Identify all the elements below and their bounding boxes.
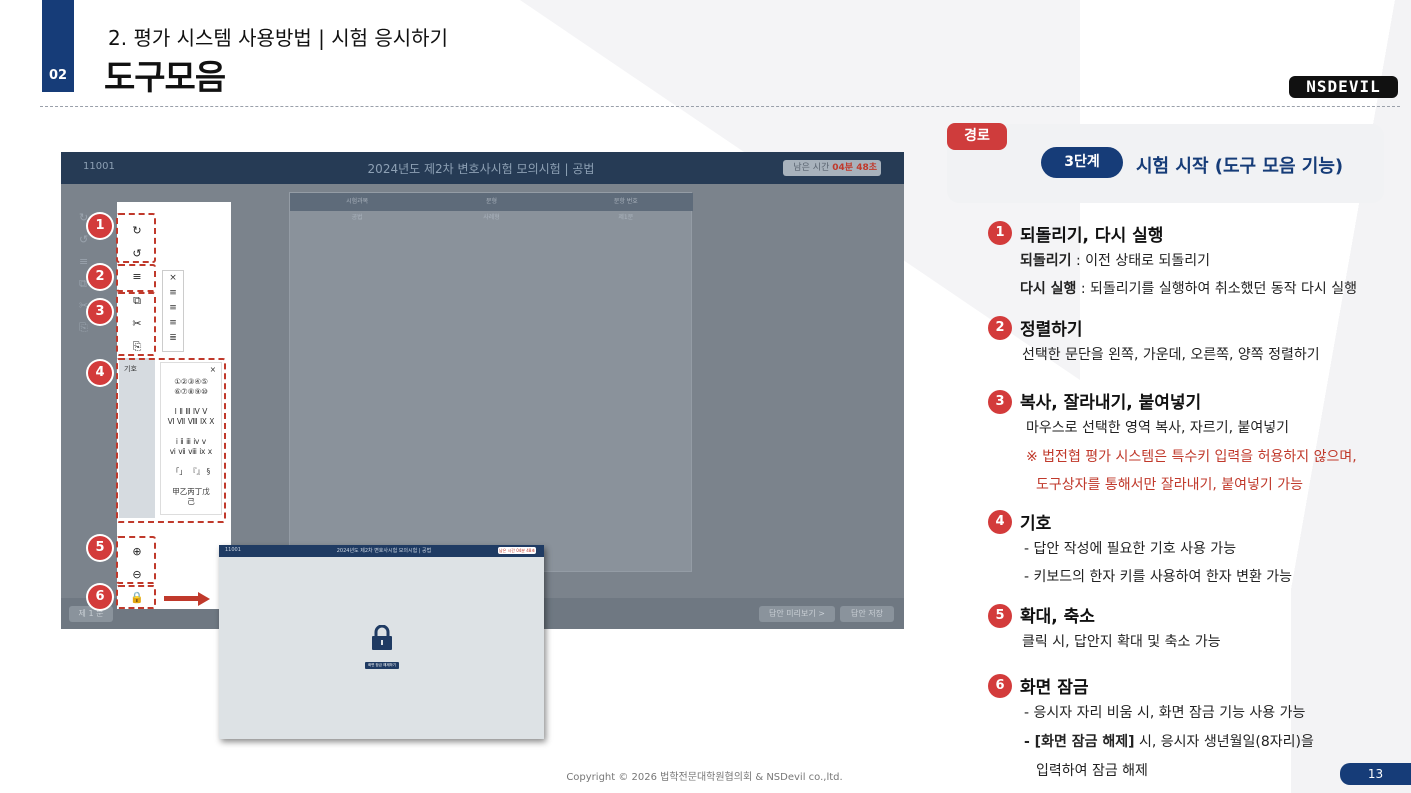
highlight-symbols: [116, 358, 226, 523]
item-badge: 3: [988, 390, 1012, 414]
badge-5: 5: [88, 536, 112, 560]
route-tag: 경로: [947, 123, 1007, 150]
exam-title: 2024년도 제2차 변호사시험 모의시험 | 공법: [367, 162, 595, 176]
badge-2: 2: [88, 265, 112, 289]
highlight-align: [116, 264, 156, 292]
item-title: 확대, 축소: [1020, 607, 1095, 627]
preview-answer-button[interactable]: 답안 미리보기 >: [759, 606, 835, 622]
align-justify-icon[interactable]: ≣: [163, 331, 183, 346]
item-line: 클릭 시, 답안지 확대 및 축소 가능: [1022, 634, 1221, 650]
item-badge: 6: [988, 674, 1012, 698]
unlock-screen-button[interactable]: 화면 잠금 해제하기: [365, 662, 399, 669]
padlock-icon: [372, 625, 392, 650]
step-pill: 3단계: [1041, 147, 1123, 178]
close-icon[interactable]: ×: [163, 271, 183, 286]
save-answer-button[interactable]: 답안 저장: [840, 606, 894, 622]
header-divider: [40, 106, 1400, 107]
slide-title: 도구모음: [104, 58, 226, 98]
item-line: - 답안 작성에 필요한 기호 사용 가능: [1024, 541, 1237, 557]
item-title: 화면 잠금: [1020, 678, 1089, 698]
highlight-zoom: [116, 536, 156, 584]
lock-screen-screenshot: 11001 2024년도 제2차 변호사시험 모의시험 | 공법 남은 시간 0…: [219, 545, 544, 739]
item-title: 복사, 잘라내기, 붙여넣기: [1020, 393, 1202, 413]
slide-subtitle: 2. 평가 시스템 사용방법 | 시험 응시하기: [108, 26, 448, 50]
arrow-shaft: [164, 596, 200, 601]
section-bar: 02: [42, 0, 74, 92]
item-line: 마우스로 선택한 영역 복사, 자르기, 붙여넣기: [1026, 420, 1289, 436]
item-title: 기호: [1020, 514, 1052, 534]
page-number: 13: [1340, 763, 1411, 785]
item-badge: 5: [988, 604, 1012, 628]
item-badge: 2: [988, 316, 1012, 340]
background-edge: [1291, 0, 1411, 793]
item-badge: 1: [988, 221, 1012, 245]
badge-1: 1: [88, 214, 112, 238]
item-line: 다시 실행 : 되돌리기를 실행하여 취소했던 동작 다시 실행: [1020, 281, 1357, 297]
item-badge: 4: [988, 510, 1012, 534]
exam-timer: 남은 시간 04분 48초: [783, 160, 881, 176]
exam-header-bar: 11001 2024년도 제2차 변호사시험 모의시험 | 공법 남은 시간 0…: [61, 152, 904, 184]
answer-sheet-panel: 시험과목 문형 문항 번호 공법 사례형 제1문: [289, 192, 693, 572]
align-left-icon[interactable]: ≡: [163, 286, 183, 301]
answer-table-row: 공법 사례형 제1문: [351, 214, 634, 221]
nsdevil-logo: NSDEVIL: [1289, 76, 1398, 98]
highlight-undo-redo: [116, 213, 156, 263]
item-line: 선택한 문단을 왼쪽, 가운데, 오른쪽, 양쪽 정렬하기: [1022, 347, 1320, 363]
align-popup: × ≡ ≡ ≡ ≣: [162, 270, 184, 352]
item-title: 정렬하기: [1020, 320, 1083, 340]
highlight-clipboard: [116, 292, 156, 356]
badge-6: 6: [88, 585, 112, 609]
answer-table-header: 시험과목 문형 문항 번호: [290, 193, 693, 211]
item-title: 되돌리기, 다시 실행: [1020, 226, 1164, 246]
lock-screen-header: 11001 2024년도 제2차 변호사시험 모의시험 | 공법 남은 시간 0…: [219, 545, 544, 557]
highlight-lock: [116, 585, 156, 609]
item-warning: ※ 법전협 평가 시스템은 특수키 입력을 허용하지 않으며,: [1026, 449, 1357, 465]
question-tab[interactable]: 제 1 문: [69, 606, 113, 622]
item-line: - [화면 잠금 해제] 시, 응시자 생년월일(8자리)을: [1024, 734, 1314, 750]
arrow-right-icon: [198, 592, 210, 606]
align-right-icon[interactable]: ≡: [163, 316, 183, 331]
item-line: - 키보드의 한자 키를 사용하여 한자 변환 가능: [1024, 569, 1293, 585]
slide: 02 2. 평가 시스템 사용방법 | 시험 응시하기 도구모음 NSDEVIL…: [0, 0, 1411, 793]
badge-3: 3: [88, 300, 112, 324]
copyright: Copyright © 2026 법학전문대학원협의회 & NSDevil co…: [566, 772, 843, 783]
section-number: 02: [48, 68, 68, 83]
align-center-icon[interactable]: ≡: [163, 301, 183, 316]
exam-id: 11001: [83, 161, 115, 172]
item-line: - 응시자 자리 비움 시, 화면 잠금 기능 사용 가능: [1024, 705, 1306, 721]
item-line: 되돌리기 : 이전 상태로 되돌리기: [1020, 253, 1210, 269]
step-title: 시험 시작 (도구 모음 기능): [1136, 156, 1344, 177]
badge-4: 4: [88, 361, 112, 385]
item-warning: 도구상자를 통해서만 잘라내기, 붙여넣기 가능: [1036, 477, 1303, 493]
